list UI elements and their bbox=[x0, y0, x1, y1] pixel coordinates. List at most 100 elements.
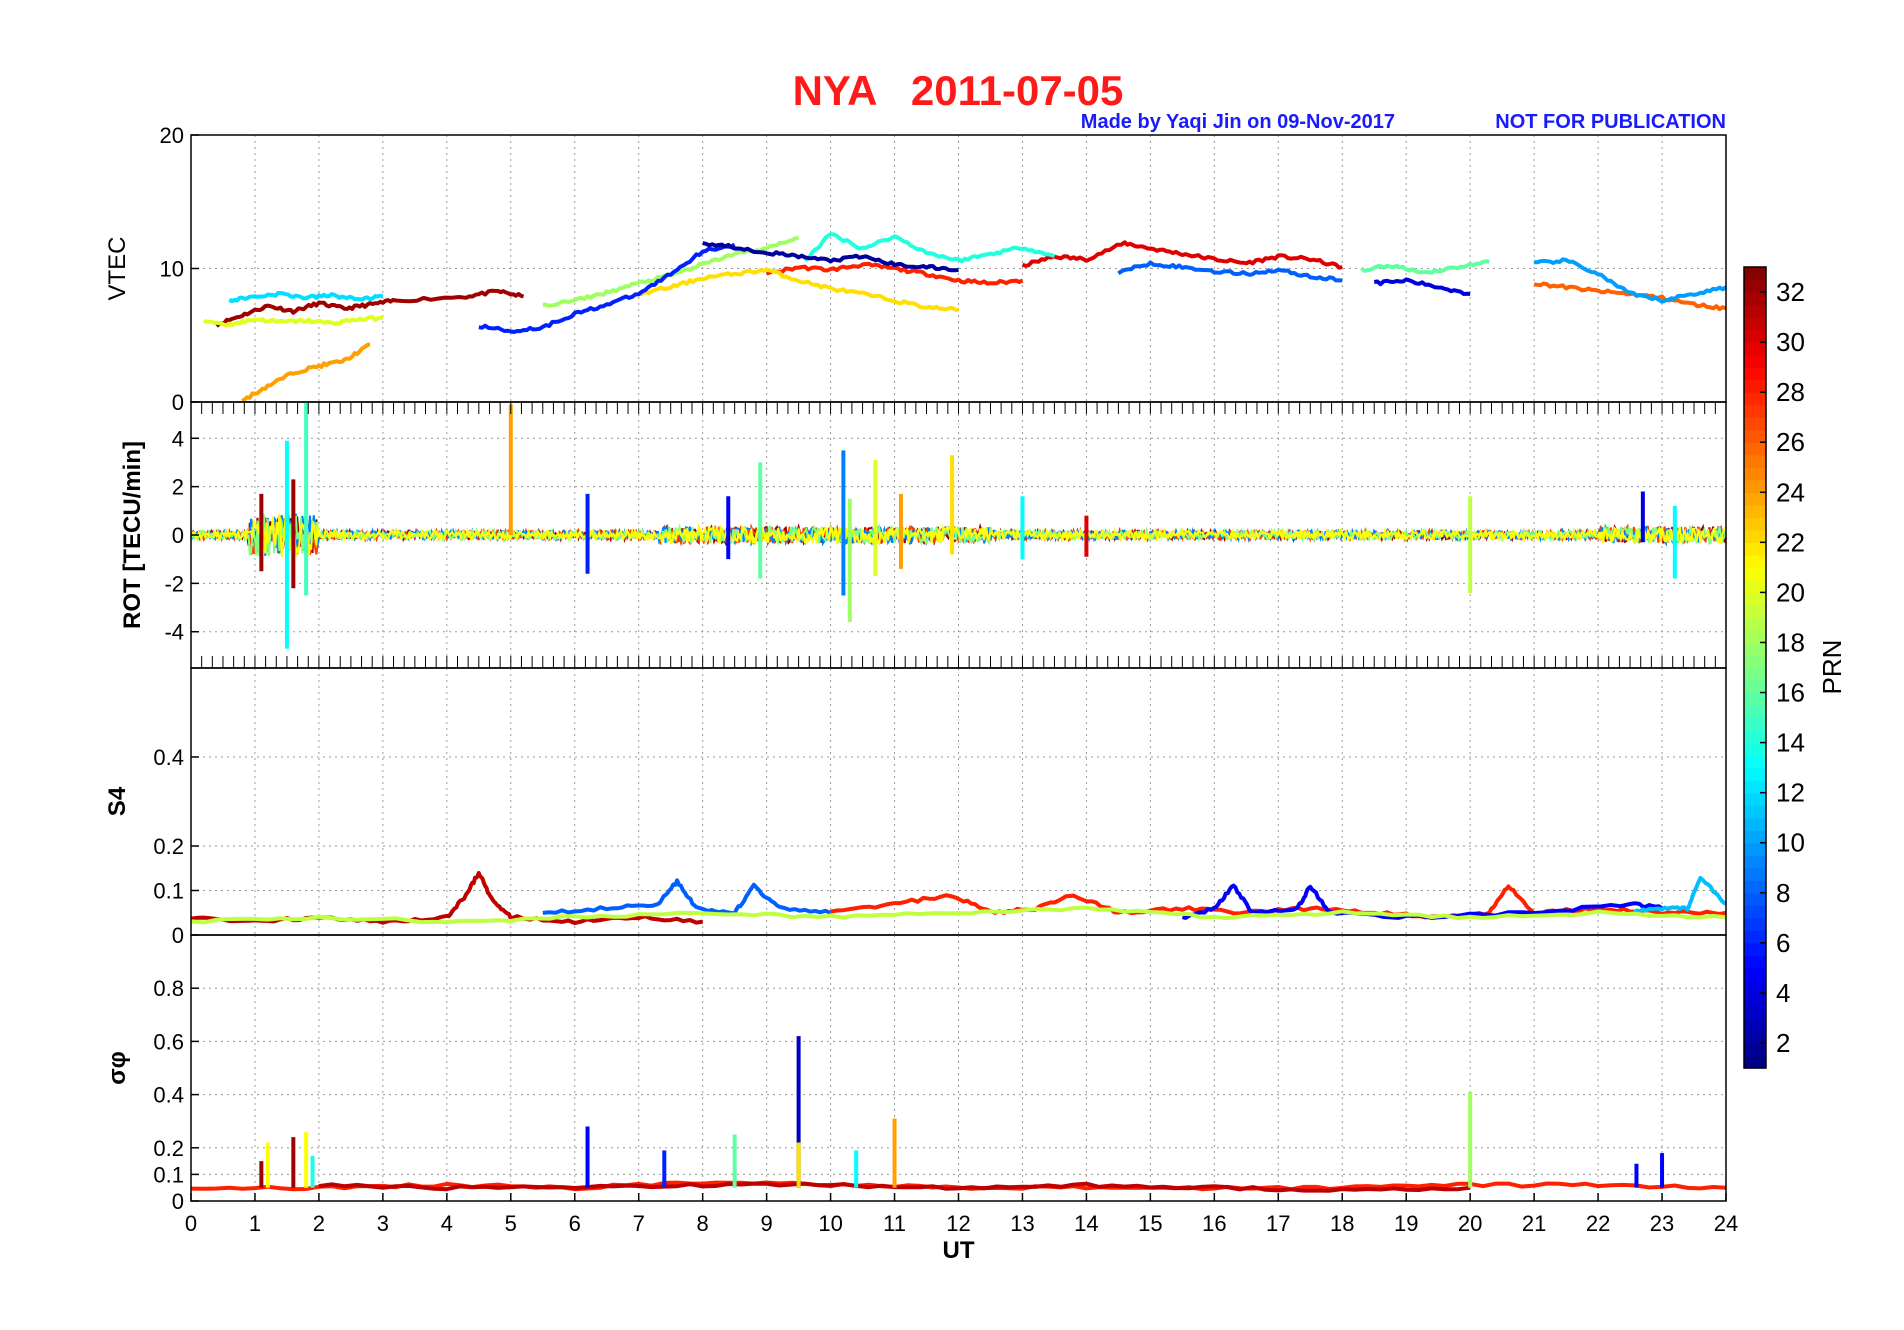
colorbar-segment bbox=[1744, 379, 1766, 393]
x-tick-label: 6 bbox=[569, 1211, 581, 1236]
colorbar-segment bbox=[1744, 1042, 1766, 1057]
colorbar-segment bbox=[1744, 917, 1766, 931]
colorbar-segment bbox=[1744, 442, 1766, 456]
colorbar-segment bbox=[1744, 1030, 1766, 1044]
y-tick-label: 0 bbox=[172, 390, 184, 415]
rot-trace-prn-21 bbox=[190, 513, 1727, 557]
series-line-prn-22 bbox=[638, 267, 959, 312]
colorbar-segment bbox=[1744, 955, 1766, 969]
colorbar-segment bbox=[1744, 855, 1766, 869]
colorbar-segment bbox=[1744, 892, 1766, 906]
colorbar-segment bbox=[1744, 705, 1766, 719]
colorbar-segment bbox=[1744, 304, 1766, 318]
series-line-prn-8 bbox=[542, 878, 832, 916]
x-tick-label: 21 bbox=[1522, 1211, 1546, 1236]
x-tick-label: 14 bbox=[1074, 1211, 1098, 1236]
colorbar-tick-label: 24 bbox=[1776, 477, 1805, 507]
colorbar-segment bbox=[1744, 579, 1766, 594]
colorbar-segment bbox=[1744, 742, 1766, 756]
colorbar-tick-label: 28 bbox=[1776, 377, 1805, 407]
colorbar-segment bbox=[1744, 755, 1766, 769]
x-tick-label: 11 bbox=[883, 1211, 906, 1236]
series-line-prn-11 bbox=[1630, 876, 1728, 916]
colorbar-segment bbox=[1744, 717, 1766, 731]
colorbar-segment bbox=[1744, 504, 1766, 518]
y-tick-label: -2 bbox=[164, 571, 184, 596]
y-tick-label: 0.2 bbox=[153, 1136, 184, 1161]
notice-text: NOT FOR PUBLICATION bbox=[1495, 111, 1726, 133]
x-tick-label: 10 bbox=[818, 1211, 842, 1236]
y-axis-label: σφ bbox=[104, 1051, 131, 1085]
colorbar-segment bbox=[1744, 830, 1766, 844]
x-tick-label: 16 bbox=[1202, 1211, 1226, 1236]
series-line-prn-4 bbox=[1373, 277, 1471, 296]
colorbar-segment bbox=[1744, 354, 1766, 368]
y-tick-label: 0.8 bbox=[153, 976, 184, 1001]
colorbar-segment bbox=[1744, 542, 1766, 556]
colorbar-segment bbox=[1744, 279, 1766, 293]
y-tick-label: 0 bbox=[172, 523, 184, 548]
x-tick-label: 4 bbox=[441, 1211, 453, 1236]
panel-s4: 0 0.1 0.2 0.4 S4 bbox=[104, 667, 1728, 948]
x-tick-label: 19 bbox=[1394, 1211, 1418, 1236]
colorbar-segment bbox=[1744, 629, 1766, 644]
colorbar-tick-label: 2 bbox=[1776, 1028, 1790, 1058]
x-tick-label: 12 bbox=[946, 1211, 970, 1236]
series-line-prn-16 bbox=[1360, 259, 1490, 275]
x-tick-label: 22 bbox=[1586, 1211, 1610, 1236]
colorbar-segment bbox=[1744, 554, 1766, 568]
series-line-prn-30 bbox=[1021, 240, 1343, 270]
x-tick-label: 13 bbox=[1010, 1211, 1034, 1236]
x-tick-label: 9 bbox=[761, 1211, 773, 1236]
colorbar-tick-label: 12 bbox=[1776, 778, 1805, 808]
colorbar-segment bbox=[1744, 1005, 1766, 1019]
colorbar-segment bbox=[1744, 967, 1766, 981]
series-line-prn-12 bbox=[228, 291, 384, 304]
y-tick-label: 0.2 bbox=[153, 834, 184, 859]
colorbar-tick-label: 32 bbox=[1776, 277, 1805, 307]
y-tick-label: 0.1 bbox=[153, 879, 184, 904]
colorbar-segment bbox=[1744, 479, 1766, 493]
y-tick-label: 2 bbox=[172, 475, 184, 500]
y-tick-label: 20 bbox=[160, 123, 184, 148]
colorbar-segment bbox=[1744, 454, 1766, 468]
colorbar-segment bbox=[1744, 992, 1766, 1007]
colorbar-segment bbox=[1744, 1055, 1766, 1069]
colorbar-segment bbox=[1744, 942, 1766, 956]
colorbar-tick-label: 8 bbox=[1776, 878, 1790, 908]
colorbar-segment bbox=[1744, 292, 1766, 306]
panel-rot: -4 -2 0 2 4 ROT [TECU/min] bbox=[119, 401, 1727, 669]
colorbar-segment bbox=[1744, 329, 1766, 343]
colorbar-segment bbox=[1744, 692, 1766, 706]
colorbar-segment bbox=[1744, 529, 1766, 543]
colorbar-segment bbox=[1744, 1017, 1766, 1032]
colorbar-segment bbox=[1744, 342, 1766, 356]
colorbar-segment bbox=[1744, 517, 1766, 531]
colorbar-segment bbox=[1744, 817, 1766, 831]
y-tick-label: 0 bbox=[172, 923, 184, 948]
y-axis-label: ROT [TECU/min] bbox=[119, 441, 146, 629]
y-axis-label: S4 bbox=[104, 786, 131, 816]
x-tick-label: 7 bbox=[633, 1211, 645, 1236]
x-tick-label: 1 bbox=[249, 1211, 261, 1236]
colorbar-segment bbox=[1744, 429, 1766, 443]
x-tick-label: 5 bbox=[505, 1211, 517, 1236]
colorbar-segment bbox=[1744, 880, 1766, 894]
colorbar-segment bbox=[1744, 267, 1766, 281]
colorbar-segment bbox=[1744, 780, 1766, 794]
series-line-prn-8 bbox=[1117, 260, 1343, 283]
chart: NYA 2011-07-05 Made by Yaqi Jin on 09-No… bbox=[104, 67, 1847, 1264]
x-tick-label: 2 bbox=[313, 1211, 325, 1236]
colorbar-segment bbox=[1744, 317, 1766, 331]
y-axis-label: VTEC bbox=[104, 236, 131, 300]
colorbar-tick-label: 14 bbox=[1776, 728, 1805, 758]
colorbar-segment bbox=[1744, 792, 1766, 806]
y-tick-label: 0.6 bbox=[153, 1029, 184, 1054]
colorbar-tick-label: 30 bbox=[1776, 327, 1805, 357]
colorbar-segment bbox=[1744, 604, 1766, 619]
colorbar-segment bbox=[1744, 642, 1766, 656]
colorbar-segment bbox=[1744, 730, 1766, 744]
colorbar-tick-label: 22 bbox=[1776, 527, 1805, 557]
colorbar-segment bbox=[1744, 654, 1766, 669]
x-tick-label: 0 bbox=[185, 1211, 197, 1236]
